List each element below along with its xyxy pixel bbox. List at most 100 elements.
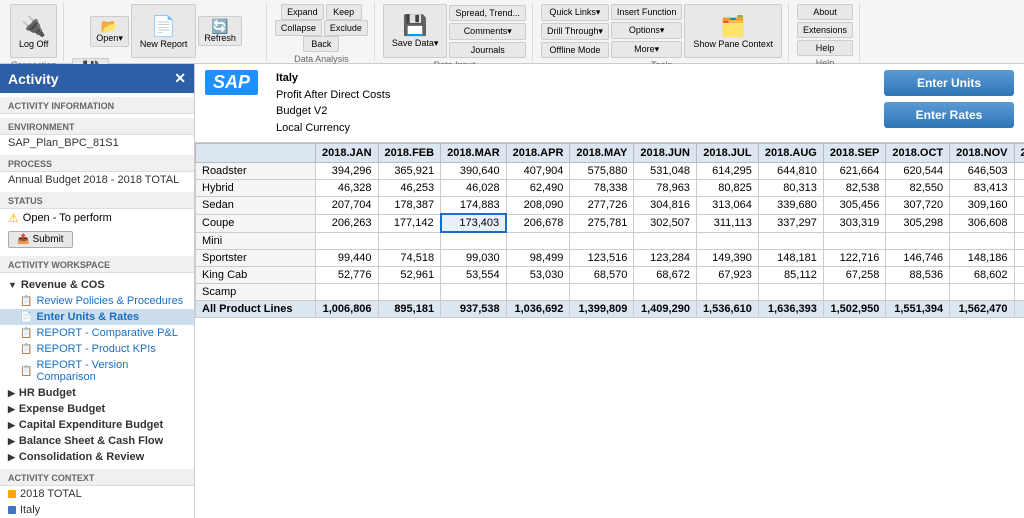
cell-4-1[interactable] [378, 232, 441, 249]
cell-0-4[interactable]: 575,880 [570, 163, 634, 180]
cell-5-9[interactable]: 146,746 [886, 249, 950, 266]
cell-1-7[interactable]: 80,313 [758, 180, 823, 197]
cell-2-5[interactable]: 304,816 [634, 197, 697, 215]
cell-3-11[interactable]: 38 [1014, 214, 1024, 232]
cell-1-3[interactable]: 62,490 [506, 180, 570, 197]
cell-1-9[interactable]: 82,550 [886, 180, 950, 197]
cell-7-4[interactable] [570, 283, 634, 300]
cell-7-8[interactable] [823, 283, 886, 300]
cell-3-3[interactable]: 206,678 [506, 214, 570, 232]
cell-1-10[interactable]: 83,413 [950, 180, 1014, 197]
cell-6-4[interactable]: 68,570 [570, 266, 634, 283]
cell-3-8[interactable]: 303,319 [823, 214, 886, 232]
submit-button[interactable]: 📤 Submit [8, 231, 73, 248]
cell-4-11[interactable] [1014, 232, 1024, 249]
cell-6-1[interactable]: 52,961 [378, 266, 441, 283]
data-table-container[interactable]: 2018.JAN2018.FEB2018.MAR2018.APR2018.MAY… [195, 143, 1024, 518]
workspace-group-consolidation[interactable]: ▶ Consolidation & Review [0, 449, 194, 465]
cell-1-8[interactable]: 82,538 [823, 180, 886, 197]
cell-4-4[interactable] [570, 232, 634, 249]
cell-4-5[interactable] [634, 232, 697, 249]
workspace-item-enter-units[interactable]: 📄 Enter Units & Rates [0, 309, 194, 325]
cell-6-6[interactable]: 67,923 [696, 266, 758, 283]
help-button[interactable]: Help [797, 40, 853, 56]
cell-4-9[interactable] [886, 232, 950, 249]
cell-2-3[interactable]: 208,090 [506, 197, 570, 215]
cell-0-0[interactable]: 394,296 [316, 163, 379, 180]
cell-6-8[interactable]: 67,258 [823, 266, 886, 283]
cell-0-3[interactable]: 407,904 [506, 163, 570, 180]
workspace-group-revenue[interactable]: ▼ Revenue & COS [0, 277, 194, 293]
cell-2-10[interactable]: 309,160 [950, 197, 1014, 215]
cell-3-4[interactable]: 275,781 [570, 214, 634, 232]
options-button[interactable]: Options▾ [611, 22, 683, 39]
cell-7-7[interactable] [758, 283, 823, 300]
cell-0-1[interactable]: 365,921 [378, 163, 441, 180]
workspace-group-expense[interactable]: ▶ Expense Budget [0, 401, 194, 417]
cell-5-2[interactable]: 99,030 [441, 249, 507, 266]
cell-6-2[interactable]: 53,554 [441, 266, 507, 283]
cell-2-8[interactable]: 305,456 [823, 197, 886, 215]
cell-6-0[interactable]: 52,776 [316, 266, 379, 283]
cell-5-4[interactable]: 123,516 [570, 249, 634, 266]
keep-button[interactable]: Keep [326, 4, 362, 20]
spread-trend-button[interactable]: Spread, Trend... [449, 5, 526, 21]
cell-7-2[interactable] [441, 283, 507, 300]
cell-5-5[interactable]: 123,284 [634, 249, 697, 266]
cell-5-1[interactable]: 74,518 [378, 249, 441, 266]
cell-0-6[interactable]: 614,295 [696, 163, 758, 180]
cell-6-11[interactable]: 5 [1014, 266, 1024, 283]
cell-0-7[interactable]: 644,810 [758, 163, 823, 180]
enter-units-button[interactable]: Enter Units [884, 70, 1014, 96]
cell-0-2[interactable]: 390,640 [441, 163, 507, 180]
save-data-button[interactable]: 💾 Save Data▾ [383, 4, 448, 58]
cell-2-2[interactable]: 174,883 [441, 197, 507, 215]
cell-4-2[interactable] [441, 232, 507, 249]
workspace-group-balance[interactable]: ▶ Balance Sheet & Cash Flow [0, 433, 194, 449]
cell-2-4[interactable]: 277,726 [570, 197, 634, 215]
show-pane-context-button[interactable]: 🗂️ Show Pane Context [684, 4, 782, 58]
cell-0-8[interactable]: 621,664 [823, 163, 886, 180]
cell-4-0[interactable] [316, 232, 379, 249]
journals-button[interactable]: Journals [449, 42, 526, 58]
cell-7-5[interactable] [634, 283, 697, 300]
cell-6-10[interactable]: 68,602 [950, 266, 1014, 283]
cell-3-0[interactable]: 206,263 [316, 214, 379, 232]
back-button[interactable]: Back [303, 36, 339, 52]
cell-3-7[interactable]: 337,297 [758, 214, 823, 232]
workspace-item-comparative-pl[interactable]: 📋 REPORT - Comparative P&L [0, 325, 194, 341]
cell-5-3[interactable]: 98,499 [506, 249, 570, 266]
cell-7-6[interactable] [696, 283, 758, 300]
enter-rates-button[interactable]: Enter Rates [884, 102, 1014, 128]
cell-2-11[interactable]: 33 [1014, 197, 1024, 215]
cell-1-0[interactable]: 46,328 [316, 180, 379, 197]
cell-1-11[interactable]: 10 [1014, 180, 1024, 197]
cell-1-1[interactable]: 46,253 [378, 180, 441, 197]
cell-2-7[interactable]: 339,680 [758, 197, 823, 215]
cell-7-9[interactable] [886, 283, 950, 300]
cell-5-10[interactable]: 148,186 [950, 249, 1014, 266]
more-button[interactable]: More▾ [611, 41, 683, 58]
new-report-button[interactable]: 📄 New Report [131, 4, 197, 58]
cell-5-6[interactable]: 149,390 [696, 249, 758, 266]
cell-1-5[interactable]: 78,963 [634, 180, 697, 197]
cell-5-8[interactable]: 122,716 [823, 249, 886, 266]
cell-6-9[interactable]: 88,536 [886, 266, 950, 283]
cell-0-9[interactable]: 620,544 [886, 163, 950, 180]
cell-1-4[interactable]: 78,338 [570, 180, 634, 197]
cell-7-10[interactable] [950, 283, 1014, 300]
offline-mode-button[interactable]: Offline Mode [541, 42, 609, 58]
cell-5-7[interactable]: 148,181 [758, 249, 823, 266]
workspace-item-version-comparison[interactable]: 📋 REPORT - Version Comparison [0, 357, 194, 385]
cell-1-6[interactable]: 80,825 [696, 180, 758, 197]
quick-links-button[interactable]: Quick Links▾ [541, 4, 609, 21]
cell-5-11[interactable]: 14 [1014, 249, 1024, 266]
comments-button[interactable]: Comments▾ [449, 23, 526, 40]
cell-1-2[interactable]: 46,028 [441, 180, 507, 197]
drill-through-button[interactable]: Drill Through▾ [541, 23, 609, 40]
expand-button[interactable]: Expand [281, 4, 324, 20]
workspace-group-hr[interactable]: ▶ HR Budget [0, 385, 194, 401]
cell-4-7[interactable] [758, 232, 823, 249]
refresh-button[interactable]: 🔄 Refresh [198, 16, 242, 46]
cell-2-0[interactable]: 207,704 [316, 197, 379, 215]
